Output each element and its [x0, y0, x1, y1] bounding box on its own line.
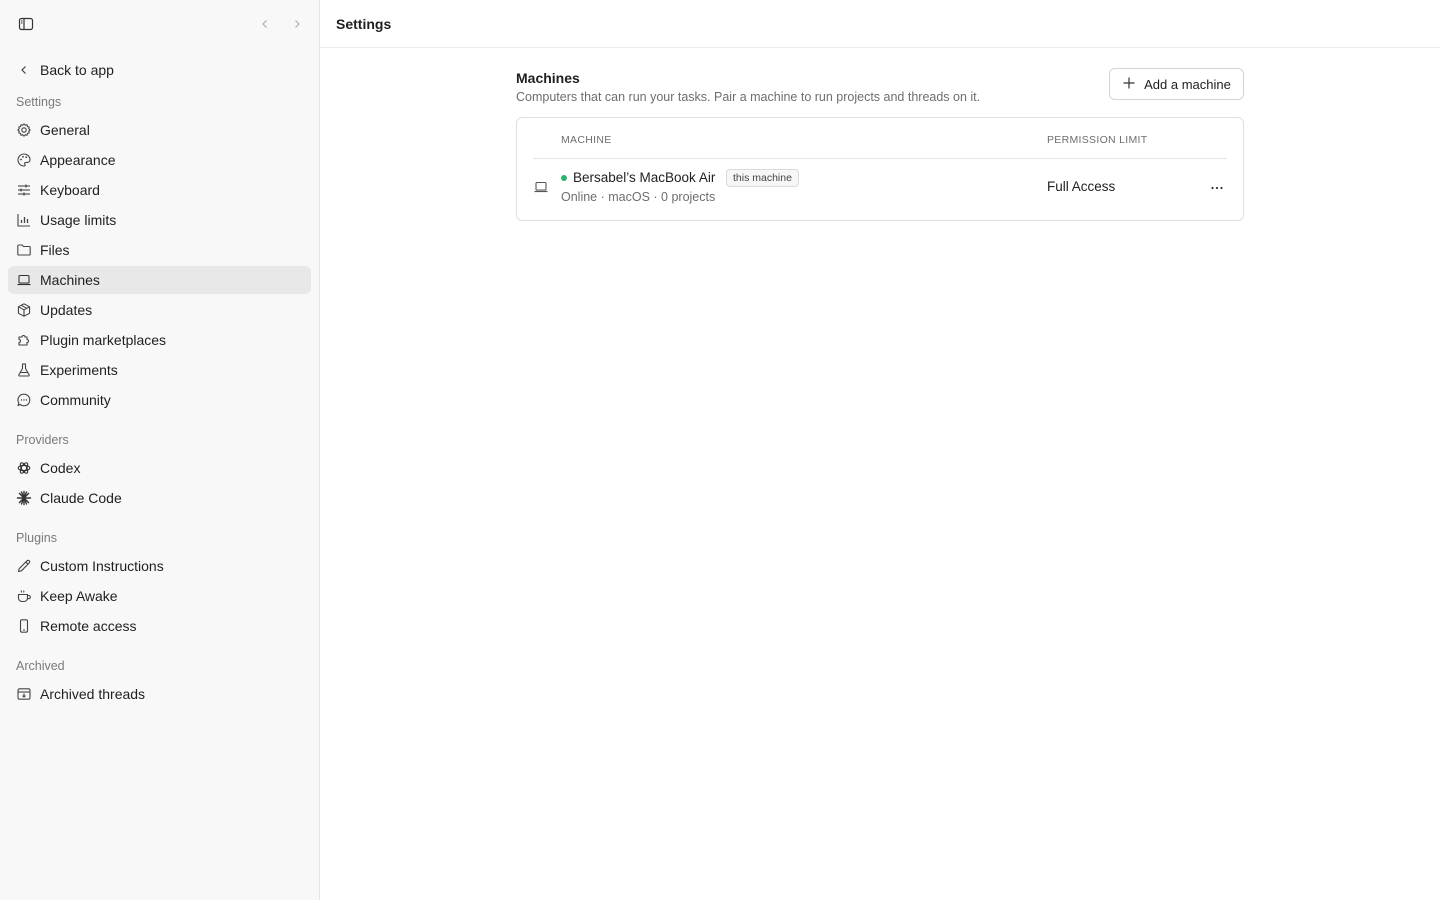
- sidebar-toolbar: [0, 0, 319, 48]
- bar-chart-icon: [8, 212, 40, 228]
- sidebar-item-label: Files: [40, 242, 70, 258]
- plus-icon: [1122, 76, 1136, 93]
- sidebar-item-general[interactable]: General: [8, 116, 311, 144]
- chevron-left-icon[interactable]: [253, 12, 277, 36]
- sidebar-item-label: Experiments: [40, 362, 118, 378]
- page-title: Settings: [336, 16, 392, 32]
- sidebar-item-label: Claude Code: [40, 490, 122, 506]
- permission-limit[interactable]: Full Access: [1047, 179, 1115, 194]
- sidebar-item-keyboard[interactable]: Keyboard: [8, 176, 311, 204]
- sidebar-item-claude-code[interactable]: Claude Code: [8, 484, 311, 512]
- pencil-icon: [8, 558, 40, 574]
- openai-icon: [8, 460, 40, 476]
- section-label-plugins: Plugins: [16, 531, 57, 545]
- machine-name: Bersabel’s MacBook Air: [573, 170, 716, 185]
- header: Settings: [320, 0, 1440, 48]
- sidebar: Back to app Settings General Appearance …: [0, 0, 320, 900]
- sidebar-item-label: Archived threads: [40, 686, 146, 702]
- palette-icon: [8, 152, 40, 168]
- sidebar-item-label: Community: [40, 392, 111, 408]
- laptop-icon: [533, 179, 549, 200]
- sidebar-item-machines[interactable]: Machines: [8, 266, 311, 294]
- more-options-icon[interactable]: [1205, 176, 1229, 200]
- sidebar-item-label: Appearance: [40, 152, 116, 168]
- flask-icon: [8, 362, 40, 378]
- sidebar-item-label: Custom Instructions: [40, 558, 164, 574]
- section-label-settings: Settings: [16, 95, 62, 109]
- back-to-app-label: Back to app: [40, 62, 114, 78]
- chat-bubble-icon: [8, 392, 40, 408]
- section-label-archived: Archived: [16, 659, 65, 673]
- machine-meta: Online · macOS · 0 projects: [561, 190, 716, 204]
- gear-icon: [8, 122, 40, 138]
- chevron-left-icon: [8, 64, 40, 76]
- add-machine-button[interactable]: Add a machine: [1109, 68, 1244, 100]
- section-label-providers: Providers: [16, 433, 69, 447]
- sidebar-item-experiments[interactable]: Experiments: [8, 356, 311, 384]
- section-description: Computers that can run your tasks. Pair …: [516, 90, 981, 104]
- sidebar-item-label: Machines: [40, 272, 100, 288]
- toggle-sidebar-icon[interactable]: [14, 12, 38, 36]
- sidebar-item-label: Keyboard: [40, 182, 100, 198]
- archive-icon: [8, 686, 40, 702]
- back-to-app-link[interactable]: Back to app: [8, 56, 311, 84]
- package-icon: [8, 302, 40, 318]
- laptop-icon: [8, 272, 40, 288]
- sidebar-item-label: Remote access: [40, 618, 137, 634]
- column-header-permission: PERMISSION LIMIT: [1047, 134, 1148, 146]
- status-online-dot: [561, 175, 567, 181]
- claude-icon: [8, 490, 40, 506]
- sidebar-item-usage-limits[interactable]: Usage limits: [8, 206, 311, 234]
- chevron-right-icon[interactable]: [285, 12, 309, 36]
- sidebar-item-appearance[interactable]: Appearance: [8, 146, 311, 174]
- sidebar-item-label: General: [40, 122, 90, 138]
- sidebar-item-remote-access[interactable]: Remote access: [8, 612, 311, 640]
- sidebar-item-label: Plugin marketplaces: [40, 332, 167, 348]
- add-machine-label: Add a machine: [1144, 76, 1231, 92]
- sidebar-item-label: Usage limits: [40, 212, 117, 228]
- main-panel: Settings Machines Computers that can run…: [320, 0, 1440, 900]
- sidebar-item-label: Keep Awake: [40, 588, 118, 604]
- folder-icon: [8, 242, 40, 258]
- sidebar-item-files[interactable]: Files: [8, 236, 311, 264]
- sidebar-item-community[interactable]: Community: [8, 386, 311, 414]
- sidebar-item-archived-threads[interactable]: Archived threads: [8, 680, 311, 708]
- this-machine-badge: this machine: [726, 169, 799, 187]
- sliders-icon: [8, 182, 40, 198]
- phone-icon: [8, 618, 40, 634]
- sidebar-item-custom-instructions[interactable]: Custom Instructions: [8, 552, 311, 580]
- coffee-icon: [8, 588, 40, 604]
- sidebar-item-updates[interactable]: Updates: [8, 296, 311, 324]
- puzzle-icon: [8, 332, 40, 348]
- sidebar-item-label: Updates: [40, 302, 93, 318]
- sidebar-item-keep-awake[interactable]: Keep Awake: [8, 582, 311, 610]
- column-header-machine: MACHINE: [561, 134, 612, 146]
- sidebar-item-codex[interactable]: Codex: [8, 454, 311, 482]
- machines-table: MACHINE PERMISSION LIMIT Bersabel’s MacB…: [516, 117, 1244, 221]
- sidebar-item-label: Codex: [40, 460, 81, 476]
- section-title: Machines: [516, 70, 580, 86]
- sidebar-item-plugin-marketplaces[interactable]: Plugin marketplaces: [8, 326, 311, 354]
- header-divider: [533, 158, 1227, 159]
